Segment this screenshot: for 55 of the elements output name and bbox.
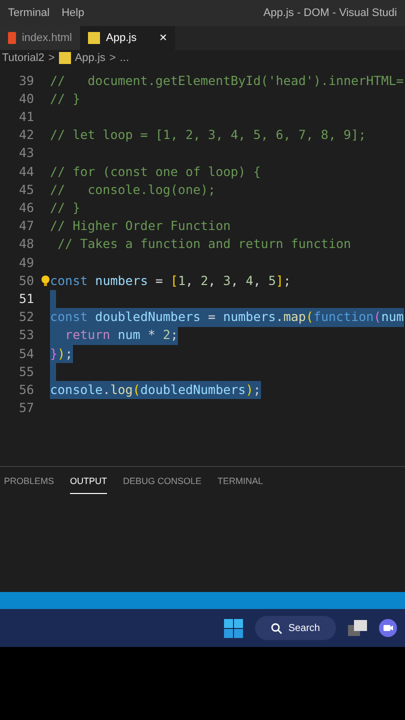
panel-tab[interactable]: TERMINAL: [218, 475, 264, 494]
close-icon[interactable]: ✕: [159, 30, 167, 46]
line-number: 57: [18, 399, 34, 418]
search-button[interactable]: Search: [255, 616, 336, 640]
line-number: 50: [18, 272, 34, 290]
tab-label: index.html: [22, 30, 72, 46]
code-line: // for (const one of loop) {: [50, 162, 261, 181]
code-line: // }: [50, 90, 80, 108]
menu-item[interactable]: Terminal: [8, 4, 50, 22]
windows-icon[interactable]: [224, 618, 244, 638]
lightbulb-icon[interactable]: [41, 275, 50, 288]
line-number: 42: [18, 126, 34, 144]
line-number: 43: [18, 144, 34, 162]
breadcrumb-item[interactable]: App.js: [74, 50, 106, 66]
line-number: 39: [18, 72, 34, 90]
code-line: // let loop = [1, 2, 3, 4, 5, 6, 7, 8, 9];: [50, 126, 366, 144]
editor-tab[interactable]: index.html: [0, 26, 80, 50]
html-file-icon: [8, 32, 16, 44]
line-number: 41: [18, 108, 34, 126]
panel-tab[interactable]: OUTPUT: [70, 475, 108, 494]
menu-item[interactable]: Help: [62, 4, 84, 22]
editor-tab[interactable]: App.js ✕: [80, 26, 175, 50]
breadcrumb-separator: >: [109, 50, 116, 66]
code-line: // }: [50, 199, 80, 218]
tab-label: App.js: [106, 30, 137, 46]
breadcrumb-separator: >: [48, 50, 55, 66]
line-number: 49: [18, 254, 34, 272]
code-line: // Higher Order Function: [50, 218, 231, 236]
task-view-icon[interactable]: [348, 620, 367, 636]
search-icon: [271, 622, 282, 634]
line-number: 56: [18, 380, 34, 399]
breadcrumb-item[interactable]: Tutorial2: [2, 50, 44, 66]
code-line: // Takes a function and return function: [56, 236, 352, 254]
line-number: 48: [18, 235, 34, 254]
search-label: Search: [288, 622, 320, 636]
line-number: 55: [18, 362, 34, 381]
code-line: // document.getElementById('head').innerHTML=: [50, 72, 404, 90]
line-number: 45: [18, 180, 34, 199]
panel-tab[interactable]: PROBLEMS: [4, 475, 54, 494]
panel-tab[interactable]: DEBUG CONSOLE: [123, 475, 202, 494]
code-line: // console.log(one);: [50, 181, 216, 199]
line-number: 40: [18, 90, 34, 108]
line-number: 44: [18, 162, 34, 181]
js-file-icon: [88, 32, 100, 44]
line-number: 54: [18, 344, 34, 363]
code-line: const numbers = [1, 2, 3, 4, 5];: [50, 272, 291, 290]
breadcrumb-item[interactable]: ...: [120, 50, 130, 66]
chat-icon[interactable]: [379, 619, 397, 637]
line-number: 52: [18, 308, 34, 326]
js-file-icon: [58, 52, 71, 64]
window-title: App.js - DOM - Visual Studi: [263, 6, 397, 21]
line-number: 53: [18, 326, 34, 344]
line-number: 46: [18, 199, 34, 218]
line-number: 51: [18, 290, 34, 308]
line-number: 47: [18, 217, 34, 236]
